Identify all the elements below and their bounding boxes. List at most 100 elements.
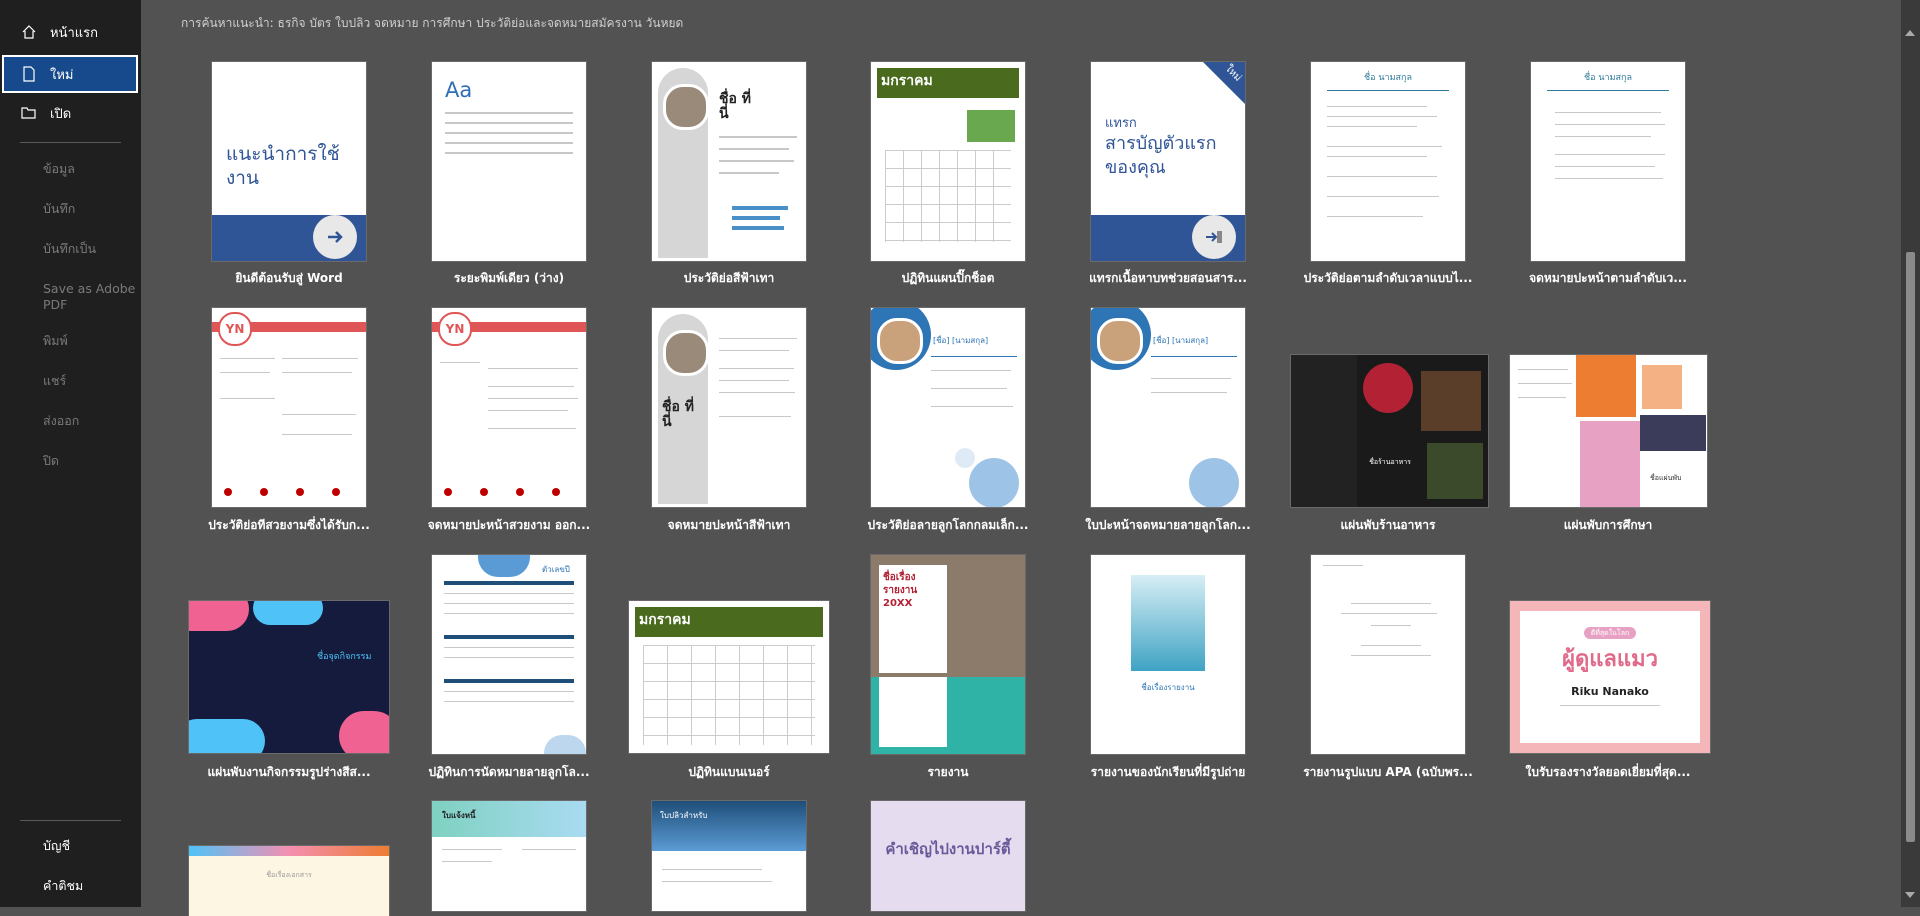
template-award-resume[interactable]: YN bbox=[212, 308, 366, 507]
nav-home[interactable]: หน้าแรก bbox=[0, 14, 141, 50]
template-label: ปฏิทินแผนปิ๊กช็อต bbox=[901, 271, 995, 285]
template-label: ใบปะหน้าจดหมายลายลูกโลก... bbox=[1085, 518, 1251, 532]
template-apa-report[interactable] bbox=[1311, 555, 1465, 754]
scroll-down-icon[interactable] bbox=[1905, 892, 1915, 898]
new-document-icon bbox=[20, 65, 38, 83]
home-icon bbox=[20, 23, 38, 41]
template-cover-letter-blue-grey[interactable]: ชื่อ ที่นี่ bbox=[652, 308, 806, 507]
calendar-photo bbox=[967, 110, 1015, 142]
template-title-text: ชื่อ นามสกุล bbox=[1584, 73, 1632, 83]
nav-save-adobe-pdf[interactable]: Save as Adobe PDF bbox=[43, 281, 138, 313]
nav-close[interactable]: ปิด bbox=[43, 453, 138, 469]
template-welcome-word[interactable]: แนะนำการใช้งาน bbox=[212, 62, 366, 261]
arrow-right-icon bbox=[313, 215, 357, 259]
template-blue-spheres-cover-letter[interactable]: [ชื่อ] [นามสกุล] bbox=[1091, 308, 1245, 507]
template-label: รายงาน bbox=[927, 765, 969, 779]
template-student-report-photo[interactable]: ชื่อเรื่องรายงาน bbox=[1091, 555, 1245, 754]
calendar-grid bbox=[643, 645, 815, 745]
template-title-text: ชื่อเรื่องรายงาน 20XX bbox=[883, 572, 918, 609]
template-party-invitation-partial[interactable]: คำเชิญไปงานปาร์ตี้ bbox=[871, 801, 1025, 911]
folder-open-icon bbox=[20, 104, 38, 122]
template-label: รายงานรูปแบบ APA (ฉบับพร... bbox=[1303, 765, 1473, 779]
template-globe-appointment-calendar[interactable]: ตัวเลขปี bbox=[432, 555, 586, 754]
template-title-text: มกราคม bbox=[639, 612, 691, 628]
template-label: จดหมายปะหน้าตามลำดับเว... bbox=[1529, 271, 1687, 285]
cover-photo bbox=[1131, 575, 1205, 671]
template-banner-calendar[interactable]: มกราคม bbox=[629, 601, 829, 753]
nav-export[interactable]: ส่งออก bbox=[43, 413, 138, 429]
scrollbar-thumb[interactable] bbox=[1906, 252, 1915, 842]
avatar bbox=[877, 318, 923, 364]
nav-feedback[interactable]: คำติชม bbox=[43, 878, 138, 894]
template-label: ยินดีต้อนรับสู่ Word bbox=[235, 271, 343, 285]
avatar bbox=[663, 84, 709, 130]
template-label: แผ่นพับร้านอาหาร bbox=[1340, 518, 1436, 532]
template-title-text: ผู้ดูแลแมว bbox=[1562, 647, 1658, 672]
template-title-text: [ชื่อ] [นามสกุล] bbox=[933, 336, 989, 345]
template-title-text: ชื่อแผ่นพับ bbox=[1650, 474, 1682, 482]
template-snapshot-calendar[interactable]: มกราคม bbox=[871, 62, 1025, 261]
template-title-text: ชื่อเรื่องเอกสาร bbox=[266, 871, 312, 879]
template-title-text: Aa bbox=[445, 78, 473, 102]
template-chronological-cover-letter[interactable]: ชื่อ นามสกุล bbox=[1531, 62, 1685, 261]
template-restaurant-brochure[interactable]: ชื่อร้านอาหาร bbox=[1291, 355, 1488, 507]
nav-save[interactable]: บันทึก bbox=[43, 201, 138, 217]
nav-account[interactable]: บัญชี bbox=[43, 838, 138, 854]
template-title-text: ชื่อร้านอาหาร bbox=[1369, 458, 1411, 466]
template-award-cover-letter[interactable]: YN bbox=[432, 308, 586, 507]
template-report[interactable]: ชื่อเรื่องรายงาน 20XX bbox=[871, 555, 1025, 754]
template-label: ประวัติย่อทีสวยงามซึ่งได้รับก... bbox=[208, 518, 370, 532]
template-award-certificate[interactable]: ดีที่สุดในโลก ผู้ดูแลแมว Riku Nanako bbox=[1510, 601, 1710, 753]
scroll-up-icon[interactable] bbox=[1905, 30, 1915, 36]
nav-open-label: เปิด bbox=[50, 106, 72, 122]
template-document-partial[interactable]: ชื่อเรื่องเอกสาร bbox=[189, 846, 389, 916]
document-arrow-icon bbox=[1192, 215, 1236, 259]
certificate-kicker: ดีที่สุดในโลก bbox=[1584, 627, 1636, 639]
template-blue-spheres-resume[interactable]: [ชื่อ] [นามสกุล] bbox=[871, 308, 1025, 507]
template-insert-toc-tutorial[interactable]: ใหม่ แทรก สารบัญตัวแรกของคุณ bbox=[1091, 62, 1245, 261]
template-title-text: ชื่อ นามสกุล bbox=[1364, 73, 1412, 83]
avatar bbox=[1097, 318, 1143, 364]
template-title-text: ชื่อเรื่องรายงาน bbox=[1141, 683, 1195, 692]
sidebar-divider-bottom bbox=[20, 820, 121, 821]
template-title-text: [ชื่อ] [นามสกุล] bbox=[1153, 336, 1209, 345]
template-event-brochure[interactable]: ชื่อจุดกิจกรรม bbox=[189, 601, 389, 753]
calendar-grid bbox=[885, 150, 1011, 242]
nav-open[interactable]: เปิด bbox=[0, 95, 141, 131]
backstage-sidebar: หน้าแรก ใหม่ เปิด ข้อมูล บันทึก บันทึกเป… bbox=[0, 0, 141, 907]
nav-share[interactable]: แชร์ bbox=[43, 373, 138, 389]
template-blank-single-spaced[interactable]: Aa bbox=[432, 62, 586, 261]
template-label: ประวัติย่อตามลำดับเวลาแบบไ... bbox=[1303, 271, 1473, 285]
template-chronological-resume[interactable]: ชื่อ นามสกุล bbox=[1311, 62, 1465, 261]
template-label: แผ่นพับงานกิจกรรมรูปร่างสีส... bbox=[207, 765, 371, 779]
nav-print[interactable]: พิมพ์ bbox=[43, 333, 138, 349]
template-resume-blue-grey[interactable]: ชื่อ ที่นี่ bbox=[652, 62, 806, 261]
suggested-searches[interactable]: การค้นหาแนะนำ: ธุรกิจ บัตร ใบปลิว จดหมาย… bbox=[181, 14, 683, 28]
template-label: ประวัติย่อลายลูกโลกกลมเล็ก... bbox=[867, 518, 1029, 532]
vertical-scrollbar[interactable] bbox=[1901, 0, 1920, 907]
template-title-text: สารบัญตัวแรกของคุณ bbox=[1105, 133, 1217, 178]
template-invoice-partial[interactable]: ใบแจ้งหนี้ bbox=[432, 801, 586, 911]
template-title-text: ตัวเลขปี bbox=[542, 565, 570, 574]
certificate-name: Riku Nanako bbox=[1571, 685, 1649, 698]
template-label: ใบรับรองรางวัลยอดเยี่ยมที่สุด... bbox=[1525, 765, 1691, 779]
nav-save-as[interactable]: บันทึกเป็น bbox=[43, 241, 138, 257]
template-education-brochure[interactable]: ชื่อแผ่นพับ bbox=[1510, 355, 1707, 507]
template-label: ระยะพิมพ์เดียว (ว่าง) bbox=[453, 271, 565, 285]
child-photo bbox=[1580, 421, 1640, 507]
nav-home-label: หน้าแรก bbox=[50, 25, 98, 41]
template-label: ปฏิทินแบนเนอร์ bbox=[688, 765, 770, 779]
nav-info[interactable]: ข้อมูล bbox=[43, 161, 138, 177]
template-label: แทรกเนื้อหาบทช่วยสอนสาร... bbox=[1089, 271, 1247, 285]
nav-new[interactable]: ใหม่ bbox=[2, 55, 138, 93]
template-label: ปฏิทินการนัดหมายลายลูกโล... bbox=[428, 765, 590, 779]
sidebar-divider bbox=[20, 142, 121, 143]
template-title-text: ใบแจ้งหนี้ bbox=[442, 811, 476, 820]
template-title-text: คำเชิญไปงานปาร์ตี้ bbox=[885, 840, 1011, 858]
template-flyer-partial[interactable]: ใบปลิวสำหรับ bbox=[652, 801, 806, 911]
template-label: จดหมายปะหน้าสีฟ้าเทา bbox=[667, 518, 791, 532]
template-label: ประวัติย่อสีฟ้าเทา bbox=[683, 271, 775, 285]
monogram: YN bbox=[438, 312, 472, 346]
monogram: YN bbox=[218, 312, 252, 346]
template-gallery: การค้นหาแนะนำ: ธุรกิจ บัตร ใบปลิว จดหมาย… bbox=[141, 0, 1901, 916]
